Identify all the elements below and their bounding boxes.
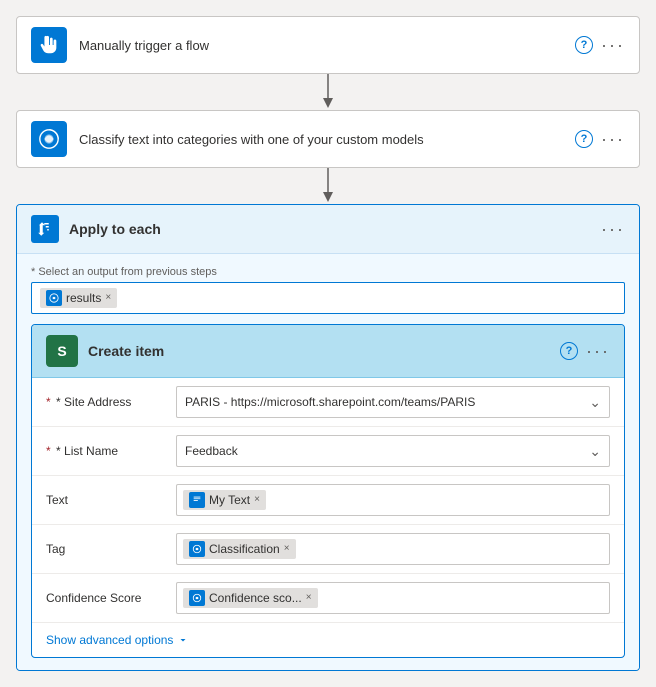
trigger-more-btn[interactable]: ··· [601, 33, 625, 57]
list-name-text: Feedback [185, 444, 589, 458]
results-token-text: results [66, 291, 101, 305]
apply-each-header: Apply to each ··· [17, 205, 639, 254]
my-text-token: My Text × [183, 490, 266, 510]
confidence-token: Confidence sco... × [183, 588, 318, 608]
classification-token: Classification × [183, 539, 296, 559]
classify-actions: ? ··· [575, 127, 625, 151]
my-text-token-icon [189, 492, 205, 508]
tag-label: Tag [46, 542, 176, 556]
classify-icon-box [31, 121, 67, 157]
confidence-token-close[interactable]: × [306, 593, 312, 603]
text-value: My Text × [176, 484, 610, 516]
list-name-row: * * List Name Feedback ⌄ [32, 427, 624, 476]
list-name-arrow: ⌄ [589, 443, 601, 460]
site-address-dropdown[interactable]: PARIS - https://microsoft.sharepoint.com… [176, 386, 610, 418]
list-name-label: * * List Name [46, 444, 176, 458]
my-text-token-text: My Text [209, 493, 250, 507]
list-name-value: Feedback ⌄ [176, 435, 610, 467]
apply-each-more-btn[interactable]: ··· [601, 217, 625, 241]
classification-token-icon [189, 541, 205, 557]
classify-card: Classify text into categories with one o… [16, 110, 640, 168]
output-token-input[interactable]: results × [31, 282, 625, 314]
trigger-help-btn[interactable]: ? [575, 36, 593, 54]
trigger-card: Manually trigger a flow ? ··· [16, 16, 640, 74]
trigger-title: Manually trigger a flow [79, 38, 575, 53]
select-output-label: * Select an output from previous steps [31, 266, 625, 278]
classification-token-text: Classification [209, 542, 280, 556]
list-name-dropdown[interactable]: Feedback ⌄ [176, 435, 610, 467]
confidence-score-row: Confidence Score Confidence sco [32, 574, 624, 623]
tag-token-field[interactable]: Classification × [176, 533, 610, 565]
create-item-more-btn[interactable]: ··· [586, 339, 610, 363]
results-token-icon [46, 290, 62, 306]
trigger-icon [31, 27, 67, 63]
arrow-2 [16, 168, 640, 204]
down-arrow-svg-2 [320, 168, 336, 204]
text-row: Text My Text × [32, 476, 624, 525]
classify-help-btn[interactable]: ? [575, 130, 593, 148]
trigger-actions: ? ··· [575, 33, 625, 57]
hand-svg [38, 34, 60, 56]
apply-each-icon [31, 215, 59, 243]
confidence-score-label: Confidence Score [46, 591, 176, 605]
site-address-value: PARIS - https://microsoft.sharepoint.com… [176, 386, 610, 418]
classification-token-close[interactable]: × [284, 544, 290, 554]
apply-each-body: * Select an output from previous steps r… [17, 254, 639, 670]
confidence-token-icon [189, 590, 205, 606]
create-item-title: Create item [88, 343, 560, 359]
classify-more-btn[interactable]: ··· [601, 127, 625, 151]
apply-each-title: Apply to each [69, 221, 601, 237]
results-token: results × [40, 288, 117, 308]
site-address-text: PARIS - https://microsoft.sharepoint.com… [185, 395, 589, 409]
text-label: Text [46, 493, 176, 507]
my-text-token-close[interactable]: × [254, 495, 260, 505]
arrow-1 [16, 74, 640, 110]
chevron-down-icon [177, 634, 189, 646]
advanced-options-row[interactable]: Show advanced options [32, 623, 624, 657]
results-token-close[interactable]: × [105, 293, 111, 303]
tag-value: Classification × [176, 533, 610, 565]
apply-each-svg [36, 220, 54, 238]
tag-row: Tag Classification [32, 525, 624, 574]
create-item-body: * * Site Address PARIS - https://microso… [32, 378, 624, 657]
classify-title: Classify text into categories with one o… [79, 132, 575, 147]
create-item-help-btn[interactable]: ? [560, 342, 578, 360]
create-item-header: S Create item ? ··· [32, 325, 624, 378]
down-arrow-svg-1 [320, 74, 336, 110]
create-item-icon: S [46, 335, 78, 367]
text-token-field[interactable]: My Text × [176, 484, 610, 516]
classify-svg [38, 128, 60, 150]
advanced-options-text: Show advanced options [46, 633, 173, 647]
create-item-card: S Create item ? ··· * * Site Address PAR… [31, 324, 625, 658]
confidence-score-value: Confidence sco... × [176, 582, 610, 614]
apply-each-container: Apply to each ··· * Select an output fro… [16, 204, 640, 671]
site-address-arrow: ⌄ [589, 394, 601, 411]
confidence-token-text: Confidence sco... [209, 591, 302, 605]
site-address-label: * * Site Address [46, 395, 176, 409]
confidence-token-field[interactable]: Confidence sco... × [176, 582, 610, 614]
site-address-row: * * Site Address PARIS - https://microso… [32, 378, 624, 427]
